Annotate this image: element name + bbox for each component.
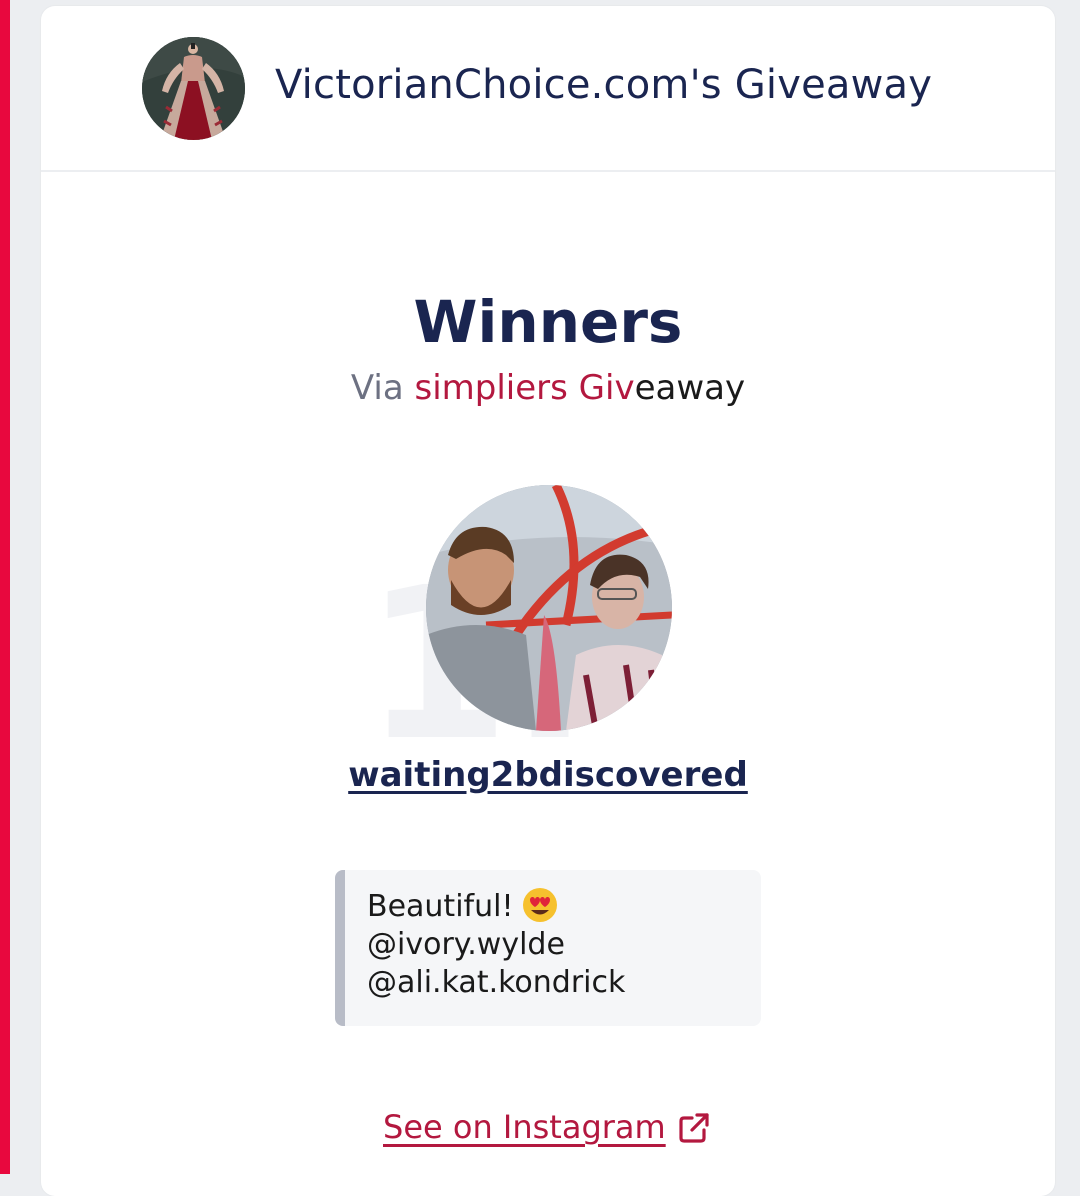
left-accent-bar (0, 0, 10, 1174)
see-on-instagram-link[interactable]: See on Instagram (383, 1108, 666, 1146)
comment-mention-1: @ivory.wylde (367, 927, 565, 962)
winner-comment: Beautiful! @ivory.wylde @ali.kat.kondric… (335, 870, 761, 1026)
comment-text: Beautiful! (367, 889, 514, 924)
via-prefix: Via (350, 368, 404, 408)
winners-heading: Winners (413, 288, 683, 356)
victorian-dress-avatar-icon (142, 37, 245, 140)
external-link-icon[interactable] (678, 1112, 710, 1144)
giveaway-title: VictorianChoice.com's Giveaway (275, 62, 933, 108)
heart-eyes-emoji-icon (521, 887, 559, 923)
via-brand-link[interactable]: simpliers Giv (414, 368, 634, 408)
via-brand-tail: eaway (634, 368, 746, 408)
winner-photo-avatar-icon[interactable] (426, 485, 672, 731)
winner-username-link[interactable]: waiting2bdiscovered (0, 755, 1080, 795)
card-header: VictorianChoice.com's Giveaway (41, 6, 1055, 172)
via-line: Via simpliers Giveaway (0, 368, 1080, 408)
comment-line-1: Beautiful! (367, 887, 761, 926)
comment-mention-2: @ali.kat.kondrick (367, 965, 626, 1000)
